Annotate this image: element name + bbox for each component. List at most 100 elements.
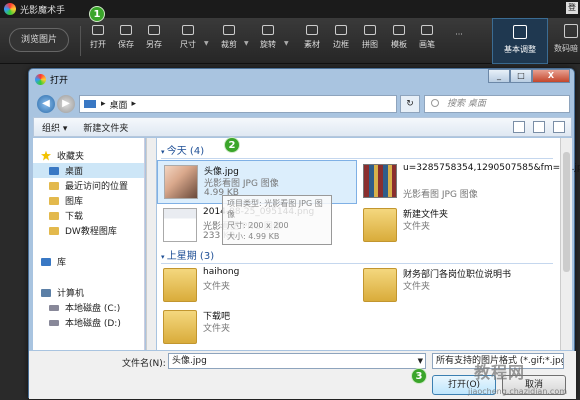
sidebar-item-gallery[interactable]: 图库 — [33, 193, 144, 208]
image-thumbnail — [363, 164, 397, 198]
image-thumbnail — [163, 208, 197, 242]
file-item[interactable]: 下载吧 文件夹 — [157, 306, 342, 350]
group-today[interactable]: ▾ 今天 (4) — [161, 142, 553, 159]
address-crumb-arrow[interactable]: ▸ — [132, 99, 137, 109]
save-as-tool[interactable]: 另存 — [141, 25, 167, 50]
template-icon — [393, 25, 405, 35]
sidebar-item-desktop[interactable]: 桌面 — [33, 163, 144, 178]
crop-icon — [223, 25, 235, 35]
material-tool[interactable]: 素材 — [299, 25, 325, 50]
step-badge-1: 1 — [89, 6, 105, 22]
search-input[interactable]: 搜索 桌面 — [424, 95, 570, 113]
filename-input[interactable]: 头像.jpg ▼ — [168, 353, 426, 369]
open-tool[interactable]: 打开 — [85, 25, 111, 50]
chevron-down-icon[interactable]: ▼ — [418, 354, 423, 368]
dialog-title-bar: 打开 — [35, 72, 68, 86]
address-arrow: ▸ — [101, 99, 106, 109]
help-icon[interactable] — [553, 121, 565, 133]
preview-pane-icon[interactable] — [533, 121, 545, 133]
app-logo-icon — [4, 3, 16, 15]
computer-icon — [41, 288, 51, 297]
rotate-tool[interactable]: 旋转 — [255, 25, 281, 50]
folder-icon — [49, 211, 59, 220]
watermark-url: jiaocheng.chazidian.com — [468, 387, 568, 396]
brush-tool[interactable]: 画笔 — [414, 25, 440, 50]
image-thumbnail — [164, 165, 198, 199]
desktop-icon — [49, 166, 59, 175]
file-item[interactable]: 财务部门各岗位职位说明书 文件夹 — [357, 264, 542, 308]
group-last-week[interactable]: ▾ 上星期 (3) — [161, 247, 553, 264]
more-tools[interactable]: ··· — [446, 30, 472, 39]
scrollbar-thumb[interactable] — [563, 152, 570, 272]
main-toolbar: 浏览图片 打开 保存 另存 尺寸 ▼ 裁剪 ▼ 旋转 ▼ 素材 边框 拼图 模板… — [0, 18, 580, 64]
star-icon — [41, 150, 51, 161]
filename-label: 文件名(N): — [122, 359, 166, 369]
address-text: 桌面 — [109, 100, 128, 111]
step-badge-3: 3 — [411, 368, 427, 384]
open-icon — [92, 25, 104, 35]
folder-icon — [363, 268, 397, 302]
sidebar-item-favorites[interactable]: 收藏夹 — [33, 148, 144, 163]
refresh-icon[interactable]: ↻ — [400, 95, 420, 113]
file-item[interactable]: haihong 文件夹 — [157, 264, 342, 308]
material-icon — [306, 25, 318, 35]
sidebar-item-disk-d[interactable]: 本地磁盘 (D:) — [33, 315, 144, 330]
template-tool[interactable]: 模板 — [386, 25, 412, 50]
chevron-down-icon[interactable]: ▼ — [204, 40, 209, 47]
address-row: ◀ ▶ ▸ 桌面 ▸ ↻ 搜索 桌面 — [33, 93, 572, 115]
file-item[interactable]: u=3285758354,1290507585&fm=58.jpg 光影看图 J… — [357, 160, 580, 204]
chevron-down-icon[interactable]: ▼ — [244, 40, 249, 47]
file-tooltip: 项目类型: 光影看图 JPG 图像 尺寸: 200 x 200 大小: 4.99… — [222, 195, 332, 245]
sidebar-item-computer[interactable]: 计算机 — [33, 285, 144, 300]
app-title-bar: 光影魔术手 登 — [0, 0, 580, 18]
sidebar-item-recent[interactable]: 最近访问的位置 — [33, 178, 144, 193]
browse-images-button[interactable]: 浏览图片 — [9, 28, 69, 52]
sidebar-item-dw-gallery[interactable]: DW教程图库 — [33, 223, 144, 238]
view-controls — [513, 121, 565, 133]
collage-icon — [364, 25, 376, 35]
border-icon — [335, 25, 347, 35]
chevron-down-icon[interactable]: ▼ — [284, 40, 289, 47]
size-tool[interactable]: 尺寸 — [175, 25, 201, 50]
maximize-button[interactable]: □ — [510, 69, 532, 83]
disk-icon — [49, 319, 59, 326]
tab-digital-darkroom[interactable]: 数码暗 — [554, 18, 580, 64]
border-tool[interactable]: 边框 — [328, 25, 354, 50]
forward-arrow-icon[interactable]: ▶ — [57, 95, 75, 113]
recent-places-icon — [49, 181, 59, 190]
app-title: 光影魔术手 — [20, 5, 66, 16]
crop-tool[interactable]: 裁剪 — [216, 25, 242, 50]
app-logo-icon — [35, 73, 46, 85]
folder-icon — [363, 208, 397, 242]
tab-basic-adjust[interactable]: 基本调整 — [492, 18, 548, 64]
nav-scrollbar[interactable] — [146, 138, 156, 350]
login-icon[interactable]: 登 — [566, 2, 578, 14]
save-tool[interactable]: 保存 — [113, 25, 139, 50]
sidebar-item-library[interactable]: 库 — [33, 254, 144, 269]
close-button[interactable]: X — [532, 69, 570, 83]
dialog-title: 打开 — [50, 75, 69, 86]
toolbar-divider — [80, 26, 81, 56]
step-badge-2: 2 — [224, 137, 240, 153]
address-bar[interactable]: ▸ 桌面 ▸ — [79, 95, 397, 113]
folder-icon — [49, 196, 59, 205]
sidebar-item-downloads[interactable]: 下载 — [33, 208, 144, 223]
save-icon — [120, 25, 132, 35]
watermark-text: 教程网 — [474, 363, 526, 382]
file-list-scrollbar[interactable] — [560, 138, 572, 350]
rotate-icon — [262, 25, 274, 35]
new-folder-button[interactable]: 新建文件夹 — [75, 121, 136, 134]
file-item[interactable]: 新建文件夹 文件夹 — [357, 204, 542, 248]
minimize-button[interactable]: _ — [488, 69, 510, 83]
organize-button[interactable]: 组织 ▾ — [34, 121, 75, 134]
sidebar-item-disk-c[interactable]: 本地磁盘 (C:) — [33, 300, 144, 315]
folder-icon — [84, 100, 96, 108]
library-icon — [41, 257, 51, 266]
brush-icon — [421, 25, 433, 35]
back-arrow-icon[interactable]: ◀ — [37, 95, 55, 113]
size-icon — [182, 25, 194, 35]
disk-icon — [49, 304, 59, 311]
file-list: ▾ 今天 (4) 头像.jpg 光影看图 JPG 图像 4.99 KB u=32… — [157, 138, 580, 350]
collage-tool[interactable]: 拼图 — [357, 25, 383, 50]
view-options-icon[interactable] — [513, 121, 525, 133]
